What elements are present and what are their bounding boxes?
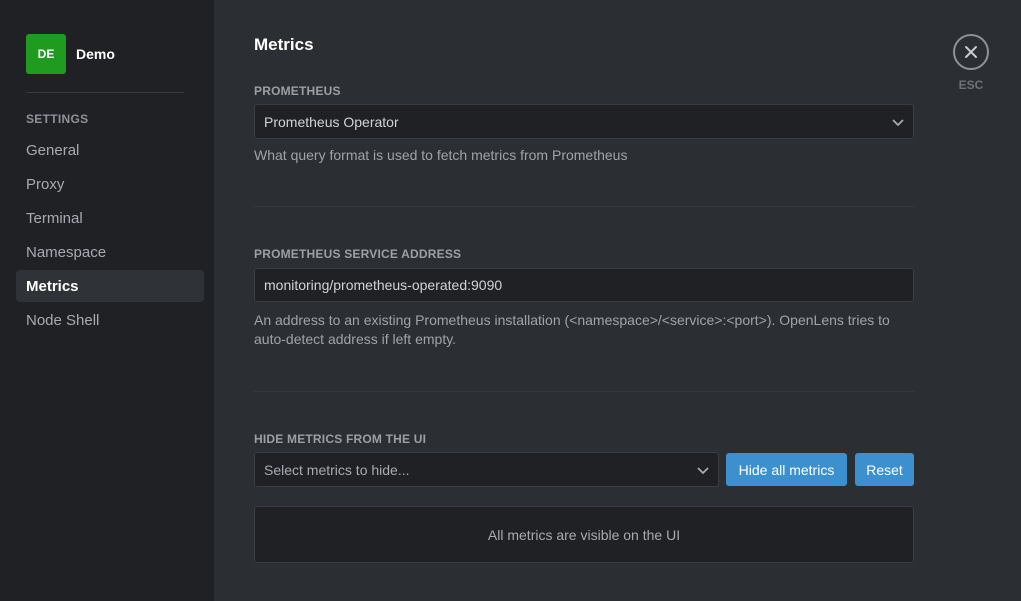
settings-sidebar: DE Demo SETTINGS General Proxy Terminal … [0, 0, 214, 601]
close-icon [965, 46, 977, 58]
sidebar-item-terminal[interactable]: Terminal [16, 202, 204, 234]
service-address-hint-line1: An address to an existing Prometheus ins… [254, 312, 890, 328]
page-title: Metrics [254, 35, 314, 54]
hide-metrics-select[interactable]: Select metrics to hide... [254, 452, 719, 487]
cluster-avatar: DE [26, 34, 66, 74]
sidebar-item-metrics[interactable]: Metrics [16, 270, 204, 302]
hidden-metrics-empty-state: All metrics are visible on the UI [254, 506, 914, 563]
sidebar-item-general[interactable]: General [16, 134, 204, 166]
sidebar-item-proxy[interactable]: Proxy [16, 168, 204, 200]
prometheus-type-value: Prometheus Operator [264, 113, 399, 130]
sidebar-item-namespace[interactable]: Namespace [16, 236, 204, 268]
cluster-header: DE Demo [26, 34, 115, 74]
close-control: ESC [953, 34, 989, 92]
esc-label: ESC [958, 78, 984, 92]
close-button[interactable] [953, 34, 989, 70]
sidebar-item-node-shell[interactable]: Node Shell [16, 304, 204, 336]
service-address-hint-line2: auto-detect address if left empty. [254, 331, 457, 347]
prometheus-label: PROMETHEUS [254, 84, 341, 98]
prometheus-hint: What query format is used to fetch metri… [254, 147, 628, 163]
chevron-down-icon [892, 119, 904, 127]
chevron-down-icon [697, 467, 709, 475]
sidebar-section-title: SETTINGS [26, 112, 89, 126]
empty-state-message: All metrics are visible on the UI [487, 526, 681, 543]
settings-nav: General Proxy Terminal Namespace Metrics… [16, 134, 204, 338]
hide-metrics-placeholder: Select metrics to hide... [264, 461, 410, 478]
prometheus-type-select[interactable]: Prometheus Operator [254, 104, 914, 139]
hide-metrics-label: HIDE METRICS FROM THE UI [254, 432, 427, 446]
section-divider [254, 391, 914, 392]
section-divider [254, 206, 914, 207]
service-address-input[interactable] [254, 268, 914, 302]
service-address-label: PROMETHEUS SERVICE ADDRESS [254, 247, 462, 261]
sidebar-divider [26, 92, 184, 93]
reset-button[interactable]: Reset [855, 453, 914, 486]
hide-all-metrics-button[interactable]: Hide all metrics [726, 453, 847, 486]
preferences-window: DE Demo SETTINGS General Proxy Terminal … [0, 0, 1021, 601]
cluster-name: Demo [76, 46, 115, 62]
service-address-hint: An address to an existing Prometheus ins… [254, 311, 890, 349]
